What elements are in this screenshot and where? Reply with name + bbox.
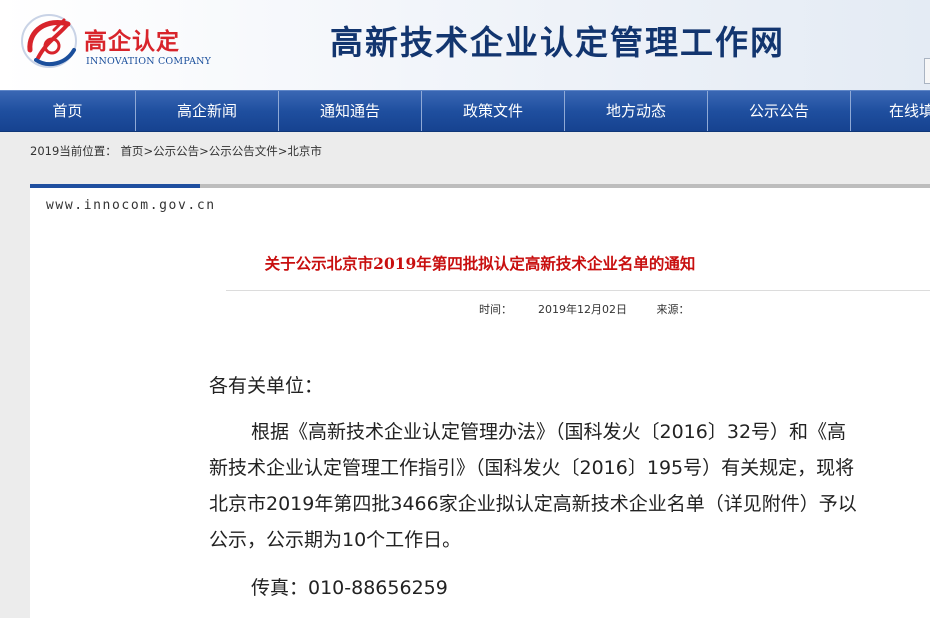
salutation: 各有关单位： bbox=[209, 375, 324, 397]
logo-english-text: INNOVATION COMPANY bbox=[86, 56, 212, 67]
panel-accent-bar bbox=[30, 184, 200, 188]
breadcrumb-link-announcement-files[interactable]: 公示公告文件 bbox=[209, 144, 278, 158]
nav-item-policy-docs[interactable]: 政策文件 bbox=[422, 91, 565, 131]
breadcrumb-separator: > bbox=[199, 144, 209, 158]
header-edge-widget[interactable] bbox=[924, 58, 930, 84]
breadcrumb-link-home[interactable]: 首页 bbox=[120, 144, 143, 158]
breadcrumb: 2019当前位置： 首页>公示公告>公示公告文件>北京市 bbox=[30, 143, 322, 159]
breadcrumb-separator: > bbox=[277, 144, 288, 158]
nav-item-notices[interactable]: 通知通告 bbox=[279, 91, 422, 131]
article-source: 来源： bbox=[657, 303, 716, 316]
nav-item-local-news[interactable]: 地方动态 bbox=[565, 91, 708, 131]
logo-chinese-text: 高企认定 bbox=[84, 29, 180, 55]
source-label: 来源： bbox=[656, 303, 690, 316]
time-value: 2019年12月02日 bbox=[538, 303, 627, 316]
article-title: 关于公示北京市2019年第四批拟认定高新技术企业名单的通知 bbox=[264, 254, 696, 273]
panel-top-rule bbox=[200, 184, 930, 188]
title-divider bbox=[226, 290, 930, 291]
site-logo[interactable]: 高企认定 INNOVATION COMPANY bbox=[18, 10, 212, 72]
paragraph-line: 北京市2019年第四批3466家企业拟认定高新技术企业名单（详见附件）予以 bbox=[209, 493, 857, 515]
time-label: 时间： bbox=[479, 303, 512, 316]
main-nav: 首页 高企新闻 通知通告 政策文件 地方动态 公示公告 在线填 bbox=[0, 90, 930, 132]
paragraph-line: 新技术企业认定管理工作指引》（国科发火〔2016〕195号）有关规定，现将 bbox=[209, 457, 855, 479]
article-body: 各有关单位： 根据《高新技术企业认定管理办法》（国科发火〔2016〕32号）和《… bbox=[209, 368, 930, 606]
publish-time: 时间： 2019年12月02日 bbox=[479, 303, 627, 316]
breadcrumb-prefix: 2019当前位置： bbox=[30, 144, 117, 158]
paragraph-line: 公示，公示期为10个工作日。 bbox=[209, 529, 462, 551]
site-header: 高企认定 INNOVATION COMPANY 高新技术企业认定管理工作网 bbox=[0, 0, 930, 90]
nav-item-news[interactable]: 高企新闻 bbox=[136, 91, 279, 131]
nav-item-online-fill[interactable]: 在线填 bbox=[851, 91, 930, 131]
site-domain: www.innocom.gov.cn bbox=[46, 198, 216, 213]
content-panel: www.innocom.gov.cn 关于公示北京市2019年第四批拟认定高新技… bbox=[30, 184, 930, 618]
article-meta: 时间： 2019年12月02日 来源： bbox=[479, 301, 742, 317]
breadcrumb-link-announcements[interactable]: 公示公告 bbox=[153, 144, 199, 158]
site-title: 高新技术企业认定管理工作网 bbox=[330, 23, 785, 62]
paragraph-line: 根据《高新技术企业认定管理办法》（国科发火〔2016〕32号）和《高 bbox=[251, 421, 847, 443]
logo-swirl-icon bbox=[21, 14, 77, 68]
nav-item-home[interactable]: 首页 bbox=[0, 91, 136, 131]
fax-number: 传真：010-88656259 bbox=[251, 577, 448, 599]
breadcrumb-separator: > bbox=[143, 144, 154, 158]
breadcrumb-link-beijing[interactable]: 北京市 bbox=[287, 144, 322, 158]
nav-item-public-announcements[interactable]: 公示公告 bbox=[708, 91, 851, 131]
